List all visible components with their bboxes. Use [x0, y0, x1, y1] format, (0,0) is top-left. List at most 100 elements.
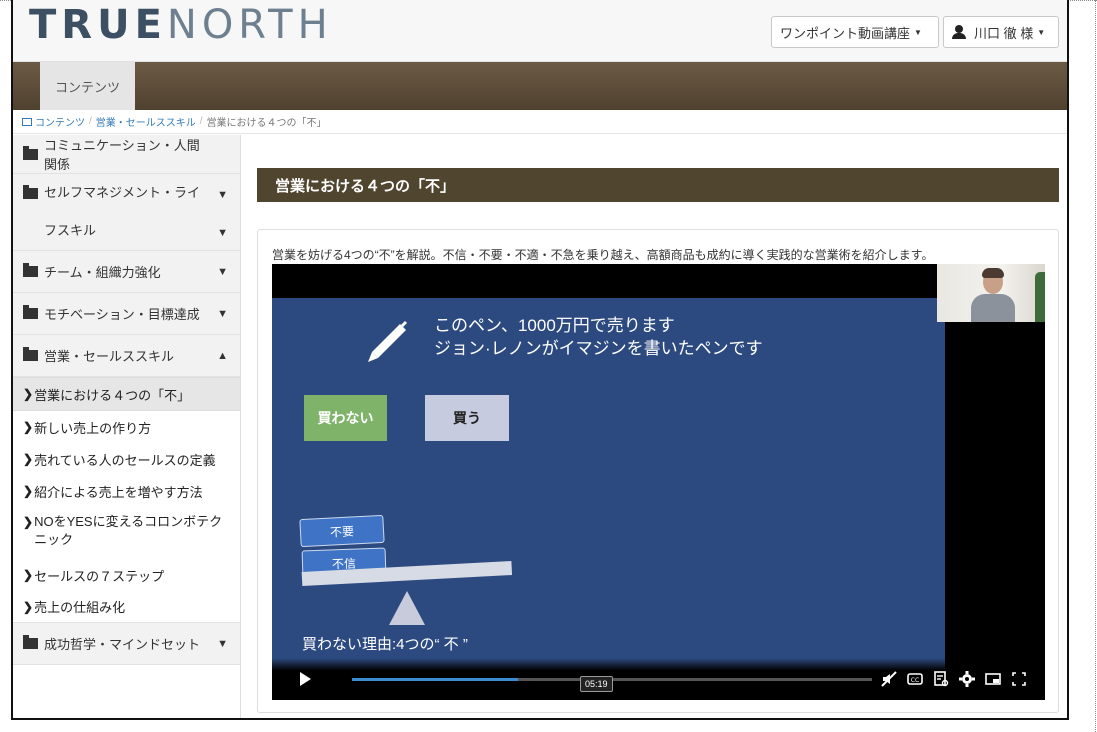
video-player[interactable]: このペン、1000万円で売ります ジョン·レノンがイマジンを書いたペンです 買わ… [272, 264, 1045, 700]
folder-open-icon [23, 305, 38, 319]
logo-part2: NORTH [166, 2, 333, 48]
sidebar-subitem-four-fu[interactable]: ❯ 営業における４つの「不」 [13, 377, 240, 411]
sidebar-category-motivation[interactable]: モチベーション・目標達成 ▼ [13, 293, 240, 335]
chevron-up-icon: ▲ [217, 349, 228, 362]
sidebar-subitem-label: セールスの７ステップ [34, 568, 165, 584]
header: TRUENORTH ワンポイント動画講座 ▼ 川口 徹 様 ▼ [13, 0, 1067, 62]
folder-open-icon [23, 263, 38, 277]
main-content: 営業における４つの「不」 営業を妨げる4つの“不”を解説。不信・不要・不適・不急… [242, 135, 1067, 718]
picture-in-picture-icon[interactable] [984, 670, 1002, 688]
sidebar-subitem-label: 紹介による売上を増やす方法 [34, 484, 203, 500]
seek-bar[interactable]: 05:19 [352, 676, 872, 692]
transcript-icon[interactable] [932, 670, 950, 688]
sidebar-category-label: 成功哲学・マインドセット [44, 637, 201, 652]
nav-item-label: コンテンツ [54, 79, 120, 95]
user-icon [952, 25, 966, 39]
folder-open-icon [23, 145, 38, 160]
breadcrumb-link-sales[interactable]: 営業・セールススキル [96, 114, 196, 129]
video-controls: 05:19 CC [272, 658, 1045, 700]
sidebar: コミュニケーション・人間関係 セルフマネジメント・ライフスキル ▼ ▼ チーム・… [13, 135, 241, 718]
sidebar-subitem-system[interactable]: ❯ 売上の仕組み化 [13, 591, 240, 623]
breadcrumb: コンテンツ / 営業・セールススキル / 営業における４つの「不」 [13, 110, 1067, 134]
breadcrumb-separator: / [89, 116, 92, 127]
sidebar-category-self-management[interactable]: セルフマネジメント・ライフスキル ▼ ▼ [13, 174, 240, 251]
logo-part1: TRUE [29, 2, 167, 48]
seek-time-tooltip: 05:19 [580, 676, 613, 692]
seek-bar-progress [352, 678, 519, 681]
nav-item-contents[interactable]: コンテンツ [40, 62, 135, 110]
breadcrumb-current: 営業における４つの「不」 [206, 118, 327, 129]
folder-open-icon [23, 185, 38, 199]
play-icon[interactable] [300, 672, 311, 686]
breadcrumb-link-contents[interactable]: コンテンツ [35, 114, 85, 129]
pen-icon [368, 320, 408, 362]
chevron-down-icon: ▼ [217, 189, 228, 201]
sidebar-category-team[interactable]: チーム・組織力強化 ▼ [13, 251, 240, 293]
sidebar-category-mindset[interactable]: 成功哲学・マインドセット ▼ [13, 623, 240, 665]
fullscreen-icon[interactable] [1010, 670, 1028, 688]
list-icon [22, 117, 32, 126]
chevron-right-icon: ❯ [23, 452, 34, 466]
sidebar-subitem-colombo[interactable]: ❯ NOをYESに変えるコロンボテクニック [13, 507, 240, 559]
lesson-description: 営業を妨げる4つの“不”を解説。不信・不要・不適・不急を乗り越え、高額商品も成約… [272, 248, 934, 262]
slide-buy-label: 買う [425, 395, 509, 441]
sidebar-category-label: コミュニケーション・人間関係 [44, 138, 200, 172]
caret-down-icon: ▼ [1037, 27, 1046, 37]
sidebar-category-label: モチベーション・目標達成 [44, 307, 200, 322]
sidebar-subitem-label: 売上の仕組み化 [34, 600, 126, 615]
caret-down-icon: ▼ [914, 27, 922, 37]
seesaw-fulcrum [389, 591, 425, 625]
sidebar-subitem-definition[interactable]: ❯ 売れている人のセールスの定義 [13, 443, 240, 475]
chevron-right-icon: ❯ [23, 515, 34, 529]
presenter-body [971, 294, 1015, 322]
sidebar-subitem-seven-steps[interactable]: ❯ セールスの７ステップ [13, 559, 240, 591]
chevron-down-icon: ▼ [217, 637, 228, 650]
screenshot-frame: TRUENORTH ワンポイント動画講座 ▼ 川口 徹 様 ▼ コンテンツ コン… [0, 0, 1097, 732]
slide-line-2: ジョン·レノンがイマジンを書いたペンです [434, 339, 763, 358]
sidebar-subitem-new-sales[interactable]: ❯ 新しい売上の作り方 [13, 411, 240, 443]
chevron-down-icon: ▼ [217, 265, 228, 278]
content-panel: 営業を妨げる4つの“不”を解説。不信・不要・不適・不急を乗り越え、高額商品も成約… [257, 229, 1059, 713]
logo[interactable]: TRUENORTH [29, 2, 333, 48]
sidebar-category-communication[interactable]: コミュニケーション・人間関係 [13, 135, 240, 174]
chevron-right-icon: ❯ [23, 599, 34, 614]
chevron-right-icon: ❯ [23, 568, 34, 582]
sidebar-subitem-label: 売れている人のセールスの定義 [34, 452, 216, 468]
slide-reason-text: 買わない理由:4つの“ 不 ” [302, 636, 468, 653]
presenter-hair [982, 268, 1004, 278]
app-window: TRUENORTH ワンポイント動画講座 ▼ 川口 徹 様 ▼ コンテンツ コン… [11, 0, 1069, 720]
slide-tag-unneeded: 不要 [299, 514, 385, 548]
right-dotted-border [1095, 0, 1096, 732]
user-menu-button[interactable]: 川口 徹 様 ▼ [943, 16, 1059, 48]
sidebar-category-label: チーム・組織力強化 [44, 265, 161, 280]
page-title: 営業における４つの「不」 [257, 168, 1059, 202]
svg-text:CC: CC [911, 677, 919, 684]
navbar: コンテンツ [13, 62, 1067, 110]
sidebar-category-sales[interactable]: 営業・セールススキル ▲ [13, 335, 240, 377]
chevron-right-icon: ❯ [23, 420, 34, 434]
presenter-video-thumbnail [937, 264, 1045, 322]
folder-open-icon [23, 635, 38, 649]
sidebar-category-label: セルフマネジメント・ライフスキル [44, 185, 201, 238]
chevron-down-icon: ▼ [217, 227, 228, 239]
user-menu-label: 川口 徹 様 [974, 25, 1034, 41]
settings-gear-icon[interactable] [958, 670, 976, 688]
chevron-down-icon: ▼ [217, 307, 228, 320]
plant-decoration [1035, 272, 1045, 322]
sidebar-subitem-label: 新しい売上の作り方 [34, 420, 152, 436]
volume-muted-icon[interactable] [880, 670, 898, 688]
sidebar-subitem-label: NOをYESに変えるコロンボテクニック [34, 514, 223, 547]
captions-icon[interactable]: CC [906, 670, 924, 688]
slide-line-1: このペン、1000万円で売ります [434, 316, 675, 335]
sidebar-subitem-referral[interactable]: ❯ 紹介による売上を増やす方法 [13, 475, 240, 507]
video-slide: このペン、1000万円で売ります ジョン·レノンがイマジンを書いたペンです 買わ… [272, 298, 945, 698]
sidebar-subitem-label: 営業における４つの「不」 [34, 387, 191, 403]
course-menu-button[interactable]: ワンポイント動画講座 ▼ [771, 16, 939, 48]
slide-headline: このペン、1000万円で売ります ジョン·レノンがイマジンを書いたペンです [434, 314, 763, 360]
folder-open-icon [23, 347, 38, 361]
course-menu-label: ワンポイント動画講座 [780, 25, 911, 41]
sidebar-category-label: 営業・セールススキル [44, 349, 175, 364]
breadcrumb-separator: / [199, 116, 203, 127]
slide-dont-buy-label: 買わない [304, 395, 387, 441]
chevron-right-icon: ❯ [23, 484, 34, 498]
